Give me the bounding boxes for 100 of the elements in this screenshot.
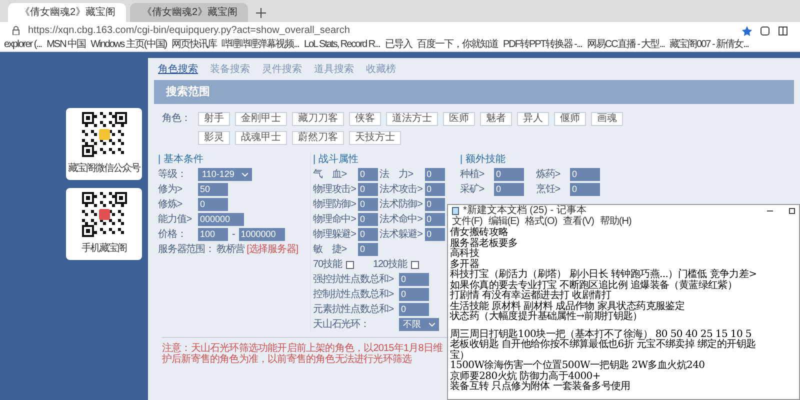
input-field[interactable]: 0 (358, 228, 378, 241)
browser-tab[interactable]: 《倩女幽魂2》藏宝阁 (8, 3, 126, 22)
role-button[interactable]: 侠客 (349, 112, 382, 126)
browser-tab[interactable]: 《倩女幽魂2》藏宝阁 (130, 3, 248, 22)
field-label: 等级： (158, 168, 188, 181)
input-field[interactable]: 0 (399, 288, 429, 301)
plus-icon[interactable] (256, 8, 266, 18)
menu-item[interactable]: 帮助(H) (600, 216, 632, 227)
collections-icon[interactable] (778, 26, 788, 36)
extensions-icon[interactable] (760, 26, 770, 36)
bookmark-link[interactable]: 网页快讯库 (172, 39, 217, 51)
role-button[interactable]: 医师 (443, 112, 476, 126)
menu-item[interactable]: 格式(O) (525, 216, 558, 227)
role-button[interactable]: 蔚然刀客 (292, 131, 344, 145)
input-field[interactable]: 0 (494, 183, 524, 196)
field-label: 物理躲避> (313, 228, 357, 241)
field-label: 控制抗性点数总和> (313, 288, 395, 301)
section-title: | 额外技能 (460, 153, 506, 166)
text-line: 1500W徐海伤害一个位置500W一把钥匙 2W多血火炕240 (450, 361, 706, 371)
field-label: 炼药> (536, 168, 562, 181)
bookmark-link[interactable]: 已导入 (384, 39, 412, 51)
input-field[interactable]: 0 (570, 183, 600, 196)
field-label: 角色： (162, 112, 190, 126)
input-field[interactable]: 0 (358, 243, 378, 256)
field-label: 修炼> (158, 198, 184, 211)
field-label: - (232, 228, 235, 241)
bookmark-link[interactable]: explorer (... (4, 39, 42, 51)
bookmark-link[interactable]: 哔哩哔哩弹幕视频... (222, 39, 299, 51)
role-button[interactable]: 金刚甲士 (235, 112, 288, 126)
notice-text: 注意：天山石光环筛选功能开启前上架的角色，以2015年1月8日维护后新寄售的角色为准，以前寄售的角色无法进行光环筛选 (162, 343, 444, 365)
text-line: 宝） (450, 350, 470, 360)
field-label: 天山石光环： (313, 318, 370, 331)
input-field[interactable]: 000000 (198, 213, 244, 226)
field-label: 能力值> (158, 213, 193, 226)
minimize-icon[interactable] (767, 208, 773, 214)
input-field[interactable]: 0 (424, 198, 444, 211)
role-button[interactable]: 道法方士 (386, 112, 438, 126)
nav-tab[interactable]: 角色搜索 (158, 62, 198, 76)
role-button[interactable]: 偃师 (554, 112, 586, 126)
field-label: 法术攻击> (380, 183, 424, 196)
section-header: 搜索范围 (154, 80, 794, 104)
bookmark-link[interactable]: MSN 中国 (46, 39, 86, 51)
maximize-icon[interactable] (789, 208, 795, 214)
role-button[interactable]: 影灵 (198, 131, 230, 145)
bookmark-link[interactable]: Windows 主页(中国) (90, 39, 167, 51)
qr-caption: 藏宝阁微信公众号 (68, 162, 140, 176)
role-button[interactable]: 射手 (198, 112, 230, 126)
input-field[interactable]: 0 (358, 198, 378, 211)
input-field[interactable]: 0 (399, 273, 429, 286)
star-icon[interactable] (742, 26, 752, 36)
chevron-down-icon (242, 172, 248, 176)
text-line: 老板收钥匙 自开他给你按不绑算最低也6折 元宝不绑卖掉 绑定的开钥匙 (450, 340, 757, 350)
role-button[interactable]: 战魂甲士 (235, 131, 288, 145)
role-button[interactable]: 藏刀刀客 (292, 112, 344, 126)
checkbox[interactable] (410, 260, 419, 268)
input-field[interactable]: 0 (358, 168, 378, 181)
bookmark-link[interactable]: 百度一下，你就知道 (416, 39, 498, 51)
field-label: 敏 捷> (313, 243, 348, 256)
input-field[interactable]: 1000000 (238, 228, 285, 241)
role-button[interactable]: 天技方士 (349, 131, 402, 145)
field-label: 价格： (158, 228, 188, 241)
role-button[interactable]: 魅者 (480, 112, 512, 126)
field-label: 种植> (460, 168, 486, 181)
input-field[interactable]: 0 (424, 213, 444, 226)
qr-code-icon (82, 112, 126, 157)
field-label: 气 血> (313, 168, 348, 181)
bookmark-link[interactable]: LoL Stats, Record R... (304, 39, 380, 51)
field-label: 修为> (158, 183, 184, 196)
input-field[interactable]: 100 (198, 228, 228, 241)
select-server-link[interactable]: [选择服务器] (246, 243, 298, 256)
input-field[interactable]: 0 (494, 168, 524, 181)
input-field[interactable]: 0 (424, 228, 444, 241)
bookmark-link[interactable]: 藏宝阁007 - 新倩女... (670, 39, 748, 51)
checkbox[interactable] (346, 260, 354, 268)
input-field[interactable]: 0 (424, 183, 444, 196)
input-field[interactable]: 0 (358, 213, 378, 226)
menu-item[interactable]: 查看(V) (563, 216, 594, 227)
dropdown[interactable]: 110-129 (198, 168, 252, 181)
field-label: 服务器范围： (158, 243, 214, 256)
menu-item[interactable]: 文件(F) (452, 216, 482, 227)
dropdown[interactable]: 不限 (399, 318, 439, 331)
input-field[interactable]: 0 (358, 183, 378, 196)
role-button[interactable]: 画魂 (591, 112, 624, 126)
input-field[interactable]: 0 (399, 303, 429, 316)
text-line: 生活技能 原材料 副材料 成品作物 家具状态药克服鉴定 (450, 302, 686, 312)
input-field[interactable]: 0 (198, 198, 228, 211)
bookmark-link[interactable]: 网易CC直播 - 大型... (586, 39, 665, 51)
section-title: | 战斗属性 (313, 153, 360, 166)
text-line: 状态药（大幅度提升基础属性→前期打钥匙） (450, 312, 644, 322)
input-field[interactable]: 0 (570, 168, 600, 181)
input-field[interactable]: 0 (424, 168, 444, 181)
input-field[interactable]: 50 (198, 183, 228, 196)
field-label: 物理防御> (313, 198, 357, 211)
qr-caption: 手机藏宝阁 (82, 242, 126, 256)
text-line: 如果你真的要去专业打宝 不断跑区追比例 追爆装备（黄蓝绿红紫） (450, 280, 738, 290)
field-label: 70技能 (313, 258, 342, 271)
qr-code-icon (82, 192, 126, 237)
role-button[interactable]: 异人 (517, 112, 550, 126)
bookmark-link[interactable]: PDF转PPT转换器 -... (502, 39, 582, 51)
menu-item[interactable]: 编辑(E) (488, 216, 520, 227)
